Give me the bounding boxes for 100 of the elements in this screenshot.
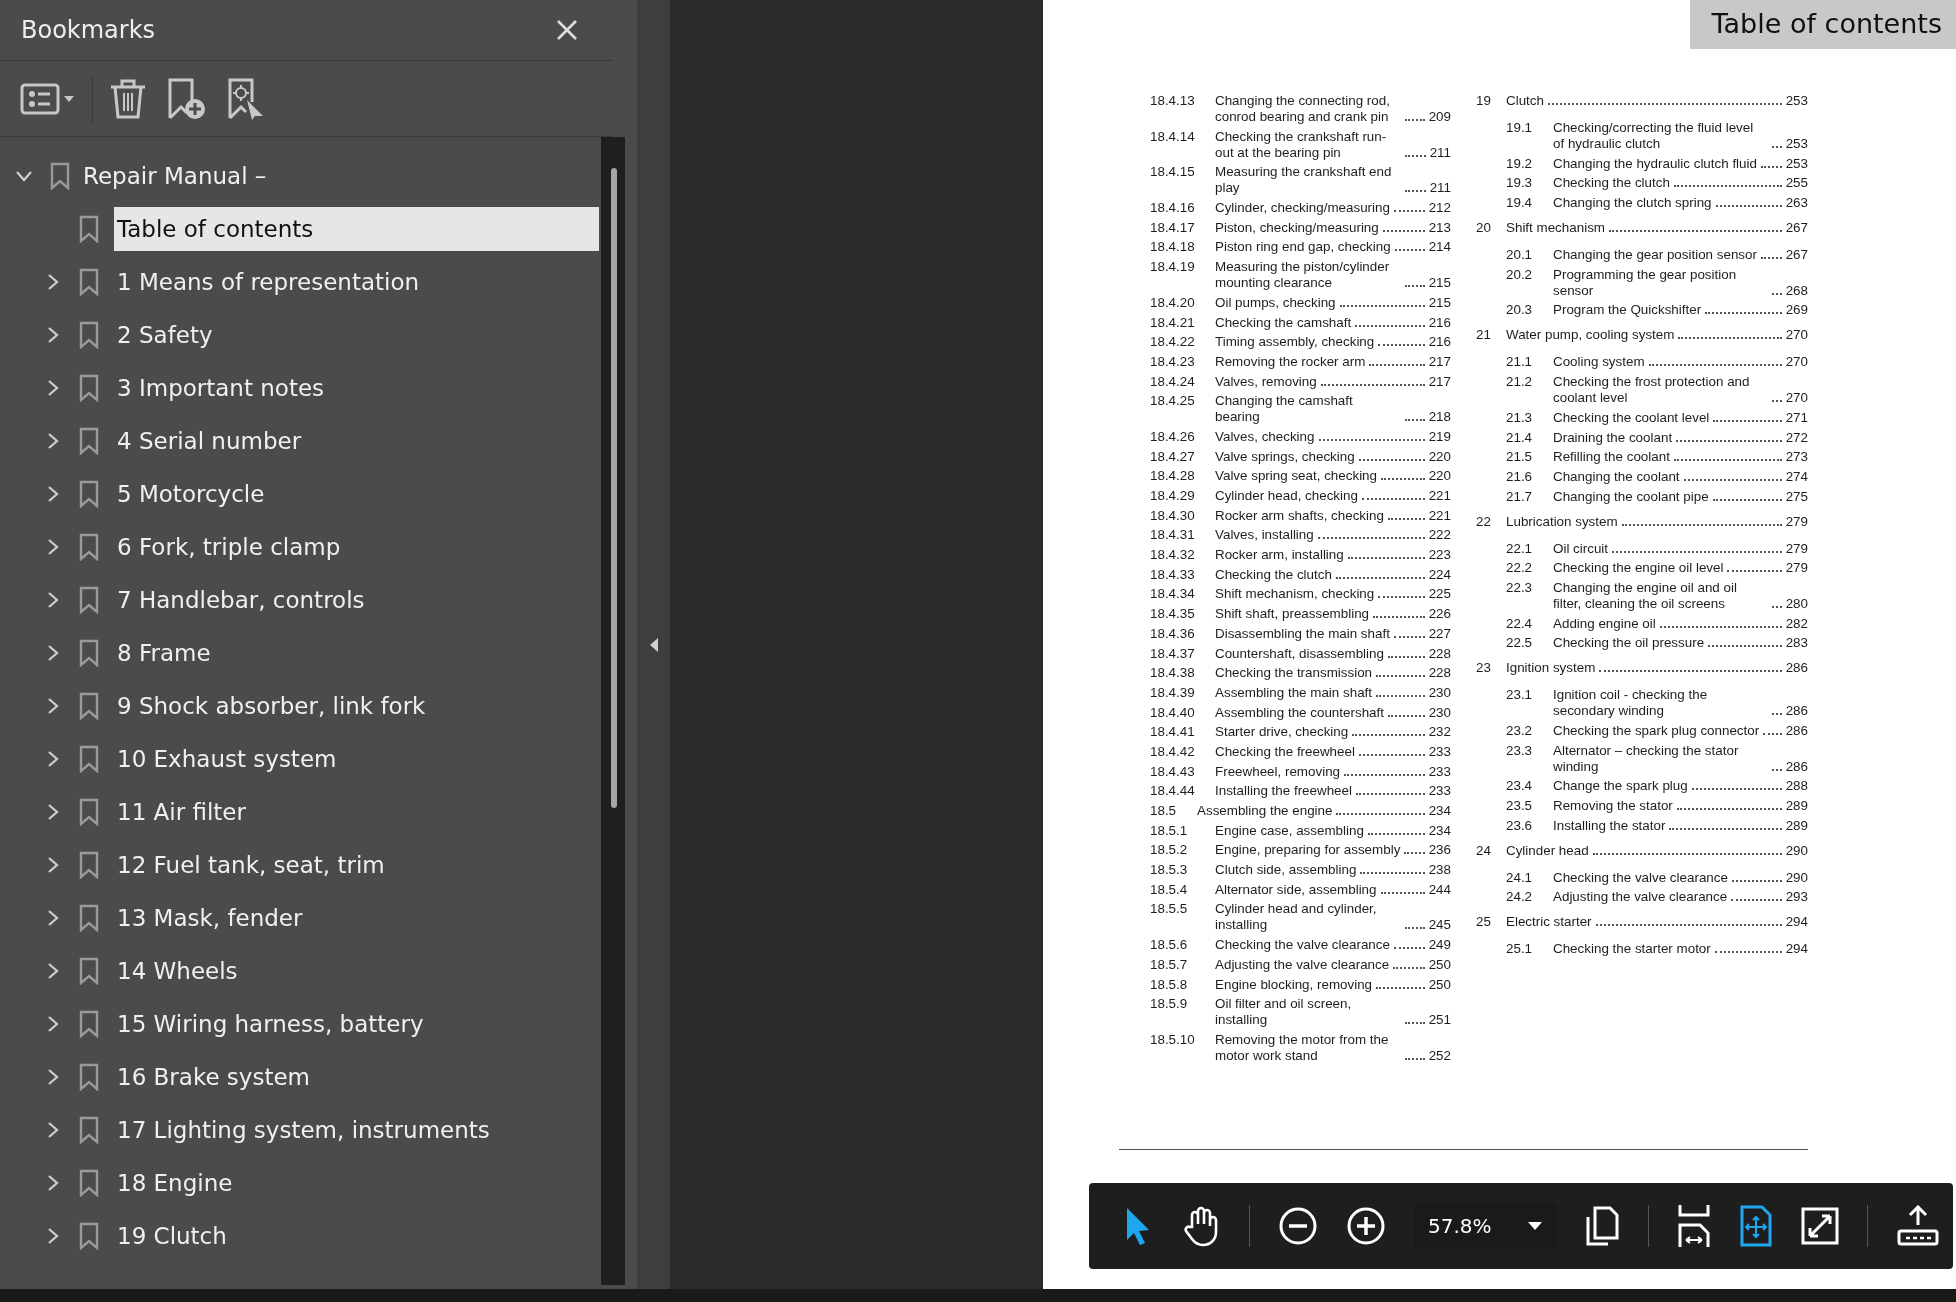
bookmark-item[interactable]: Table of contents (0, 202, 601, 255)
toc-title: Electric starter (1506, 914, 1592, 931)
bookmark-item[interactable]: 8 Frame (0, 626, 601, 679)
bookmark-item[interactable]: 15 Wiring harness, battery (0, 997, 601, 1050)
bookmark-item[interactable]: 18 Engine (0, 1156, 601, 1209)
section-number: 18.4.13 (1150, 93, 1196, 109)
bookmark-label: 1 Means of representation (116, 267, 420, 297)
bookmark-item[interactable]: 2 Safety (0, 308, 601, 361)
page-number: 253 (1785, 155, 1808, 172)
toc-title: Engine blocking, removing (1215, 976, 1373, 993)
page-number: 223 (1428, 547, 1451, 564)
collapse-arrow-icon[interactable] (648, 636, 659, 653)
add-bookmark-icon[interactable] (167, 77, 207, 120)
bookmark-label: 10 Exhaust system (116, 744, 337, 774)
page-number: 249 (1428, 937, 1451, 954)
close-icon[interactable] (556, 19, 578, 41)
section-number: 18.4.15 (1150, 164, 1196, 181)
bookmark-icon (79, 797, 99, 826)
page-number: 271 (1785, 409, 1808, 426)
page-number: 253 (1785, 136, 1808, 152)
page-number: 252 (1428, 1047, 1451, 1064)
page-number: 211 (1429, 144, 1451, 161)
page-number: 238 (1428, 862, 1451, 879)
page-number: 226 (1428, 606, 1451, 623)
fit-page-icon[interactable] (1738, 1205, 1773, 1247)
bookmark-item[interactable]: 16 Brake system (0, 1050, 601, 1103)
bookmark-icon (79, 850, 99, 879)
scrollbar[interactable] (601, 137, 625, 1285)
bookmark-item[interactable]: 9 Shock absorber, link fork (0, 679, 601, 732)
section-number: 19.1 (1506, 120, 1534, 136)
bookmark-item[interactable]: 19 Clutch (0, 1209, 601, 1262)
toc-title: Starter drive, checking (1215, 724, 1349, 741)
bookmark-item[interactable]: 12 Fuel tank, seat, trim (0, 838, 601, 891)
toc-title: Checking/correcting the fluid level of hydraulic clutch (1553, 120, 1755, 152)
zoom-out-icon[interactable] (1278, 1206, 1318, 1246)
upload-icon[interactable] (1895, 1205, 1940, 1247)
toc-title: Changing the hydraulic clutch fluid (1553, 155, 1757, 172)
bookmark-item[interactable]: 3 Important notes (0, 361, 601, 414)
page-number: 290 (1785, 869, 1808, 886)
toc-title: Checking the coolant level (1553, 409, 1710, 426)
bookmark-item[interactable]: 10 Exhaust system (0, 732, 601, 785)
bookmark-item[interactable]: 17 Lighting system, instruments (0, 1103, 601, 1156)
page-number: 225 (1428, 586, 1451, 603)
section-number: 18.4.36 (1150, 625, 1196, 642)
bookmark-item[interactable]: 13 Mask, fender (0, 891, 601, 944)
section-number: 18.4.32 (1150, 547, 1196, 564)
toc-title: Checking the transmission (1215, 665, 1373, 682)
toc-title: Clutch side, assembling (1215, 862, 1357, 879)
bookmark-icon (79, 903, 99, 932)
bookmark-item[interactable]: 5 Motorcycle (0, 467, 601, 520)
page-number: 251 (1428, 1012, 1451, 1029)
toc-title: Checking the camshaft (1215, 314, 1352, 331)
section-number: 21.4 (1506, 429, 1534, 446)
section-number: 18.4.44 (1150, 783, 1196, 800)
full-screen-icon[interactable] (1800, 1207, 1839, 1245)
bookmark-item[interactable]: 11 Air filter (0, 785, 601, 838)
section-number: 23.6 (1506, 817, 1534, 834)
section-number: 22.3 (1506, 579, 1534, 596)
section-number: 18.4.38 (1150, 665, 1196, 682)
page-number: 230 (1428, 704, 1451, 721)
bookmark-item[interactable]: 1 Means of representation (0, 255, 601, 308)
bookmark-item[interactable]: 14 Wheels (0, 944, 601, 997)
bookmark-icon (79, 320, 99, 349)
page-number: 293 (1785, 889, 1808, 906)
page-number: 221 (1428, 507, 1451, 524)
zoom-in-icon[interactable] (1346, 1206, 1386, 1246)
zoom-field[interactable]: 57.8% (1414, 1204, 1556, 1248)
fit-width-icon[interactable] (1676, 1204, 1711, 1248)
page-number: 228 (1428, 645, 1451, 662)
bookmark-label: 7 Handlebar, controls (116, 585, 365, 615)
toc-title: Removing the motor from the motor work stand (1215, 1031, 1390, 1064)
toc-title: Removing the stator (1553, 798, 1673, 815)
trash-icon[interactable] (109, 77, 147, 120)
page-number: 227 (1428, 625, 1451, 642)
bookmark-icon (79, 1062, 99, 1091)
bookmark-item[interactable]: Repair Manual – (0, 149, 601, 202)
toc-title: Measuring the piston/cylinder mounting clearance (1215, 259, 1391, 292)
toc-title: Cylinder, checking/measuring (1215, 200, 1390, 217)
bookmark-item[interactable]: 7 Handlebar, controls (0, 573, 601, 626)
section-number: 19.3 (1506, 175, 1534, 192)
toc-title: Changing the clutch spring (1553, 195, 1712, 212)
page-number: 250 (1428, 956, 1451, 973)
toc-title: Cylinder head (1506, 842, 1589, 859)
bookmark-item[interactable]: 4 Serial number (0, 414, 601, 467)
bookmark-icon (79, 1168, 99, 1197)
bookmark-label: Table of contents (114, 206, 599, 251)
bookmark-item[interactable]: 6 Fork, triple clamp (0, 520, 601, 573)
page-number: 283 (1785, 635, 1808, 652)
toc-title: Rocker arm shafts, checking (1215, 507, 1384, 524)
toc-title: Checking the valve clearance (1215, 937, 1390, 954)
bookmark-icon (79, 373, 99, 402)
toc-title: Program the Quickshifter (1553, 302, 1702, 319)
section-number: 20.2 (1506, 266, 1534, 283)
dropdown-caret-icon[interactable] (1527, 1222, 1542, 1230)
page-number: 224 (1428, 566, 1451, 583)
toc-title: Oil filter and oil screen, installing (1215, 996, 1353, 1029)
page-number: 270 (1785, 390, 1808, 407)
bookmark-label: 16 Brake system (116, 1062, 311, 1092)
section-number: 18.4.14 (1150, 128, 1196, 145)
bookmark-label: 6 Fork, triple clamp (116, 532, 341, 562)
